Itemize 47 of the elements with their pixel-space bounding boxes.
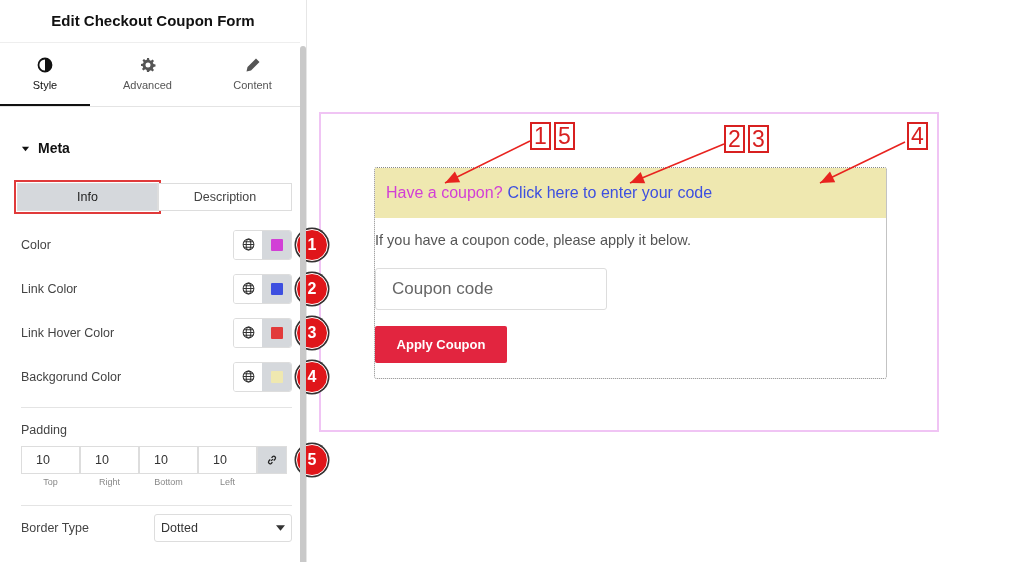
tab[interactable]: Info [17, 182, 158, 211]
callout-number: 5 [554, 122, 575, 150]
tab[interactable]: Advanced [90, 43, 205, 106]
callout-number: 1 [530, 122, 551, 150]
tab[interactable]: Description [158, 182, 292, 211]
input-caption: Top [43, 476, 58, 487]
callout-number: 2 [724, 125, 745, 153]
padding-input[interactable]: 10 [21, 445, 80, 474]
field-label: Color [21, 237, 51, 252]
section-heading[interactable]: Meta [21, 140, 70, 156]
settings-icon [139, 56, 156, 73]
contrast-icon [37, 56, 53, 73]
callout-number: 3 [748, 125, 769, 153]
panel-title: Edit Checkout Coupon Form [50, 11, 256, 31]
globe-icon [241, 238, 255, 251]
field-label: Link Color [21, 281, 78, 296]
link-button[interactable] [257, 445, 287, 474]
scrollbar[interactable] [300, 46, 306, 562]
color-picker-button[interactable] [262, 318, 291, 347]
coupon-code-field[interactable]: Coupon code [375, 268, 607, 310]
field-label: Padding [21, 422, 68, 437]
color-picker-button[interactable] [262, 274, 291, 303]
coupon-link[interactable]: Click here to enter your code [507, 184, 713, 202]
tab[interactable]: Style [0, 43, 90, 106]
field-label: Border Type [21, 520, 89, 535]
callout-number: 4 [907, 122, 928, 150]
field-label: Link Hover Color [21, 325, 115, 340]
link-icon [266, 453, 278, 466]
tab[interactable]: Content [205, 43, 300, 106]
globe-icon [241, 282, 255, 295]
globe-icon [241, 370, 255, 383]
padding-input[interactable]: 10 [80, 445, 139, 474]
dropdown-arrow-icon [276, 524, 285, 531]
color-picker-button[interactable] [262, 230, 291, 259]
pencil-icon [244, 56, 261, 73]
notice-text: Have a coupon? [386, 184, 503, 202]
input-caption: Right [99, 476, 120, 487]
padding-input[interactable]: 10 [198, 445, 257, 474]
input-caption: Left [220, 476, 235, 487]
coupon-description: If you have a coupon code, please apply it below. [375, 232, 692, 248]
apply-coupon-button[interactable]: Apply Coupon [375, 326, 507, 363]
input-caption: Bottom [154, 476, 183, 487]
globe-icon [241, 326, 255, 339]
border-type-select[interactable]: Dotted [154, 513, 292, 542]
field-label: Backgorund Color [21, 369, 122, 384]
color-picker-button[interactable] [262, 362, 291, 391]
padding-input[interactable]: 10 [139, 445, 198, 474]
